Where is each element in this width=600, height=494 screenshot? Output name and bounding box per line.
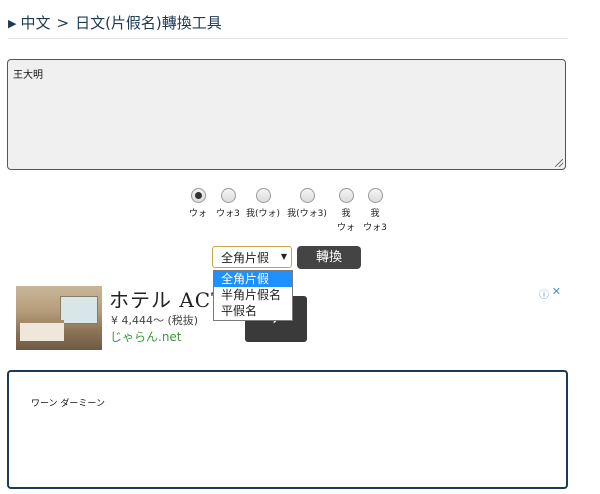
radio-option-kanji-wo[interactable]: 我(ウォ) bbox=[241, 188, 285, 221]
target-tool-name: 日文(片假名)轉換工具 bbox=[75, 14, 222, 32]
radio-option-kanji-wo3[interactable]: 我(ウォ3) bbox=[285, 188, 329, 221]
radio-option-kanji-newline-wo3[interactable]: 我 ウォ3 bbox=[353, 188, 397, 235]
output-text: ワーン ダーミーン bbox=[31, 399, 105, 409]
dropdown-option[interactable]: 全角片假 bbox=[214, 271, 292, 287]
dropdown-option[interactable]: 半角片假名 bbox=[214, 287, 292, 303]
radio-label: 我 ウォ3 bbox=[363, 209, 387, 233]
katakana-output-box[interactable]: ワーン ダーミーン bbox=[7, 370, 568, 489]
ad-close-icon[interactable]: ✕ bbox=[552, 285, 561, 298]
radio-button[interactable] bbox=[367, 188, 383, 203]
page-title: ▶ 中文 > 日文(片假名)轉換工具 bbox=[8, 12, 568, 39]
room-window bbox=[60, 296, 98, 324]
resize-grip-icon[interactable] bbox=[555, 159, 563, 167]
ad-site-link[interactable]: じゃらん.net bbox=[110, 328, 182, 345]
ad-info-icon[interactable]: ⓘ bbox=[539, 286, 549, 301]
radio-label: 我(ウォ3) bbox=[287, 209, 327, 219]
room-bed bbox=[20, 320, 64, 341]
conversion-mode-radio-group: ウォ ウォ3 我(ウォ) 我(ウォ3) 我 ウォ 我 ウォ3 bbox=[0, 188, 600, 240]
radio-button[interactable] bbox=[299, 188, 315, 203]
radio-button[interactable] bbox=[338, 188, 354, 203]
convert-button[interactable]: 轉換 bbox=[297, 246, 361, 269]
select-value: 全角片假 bbox=[221, 251, 270, 265]
ad-title[interactable]: ホテル ACT bbox=[109, 284, 225, 313]
triangle-right-icon: ▶ bbox=[8, 17, 17, 30]
chinese-input-textarea[interactable]: 王大明 bbox=[7, 59, 566, 170]
hotel-room-image[interactable] bbox=[16, 286, 102, 350]
input-text: 王大明 bbox=[13, 70, 43, 81]
radio-label: 我(ウォ) bbox=[245, 209, 281, 219]
ad-price: ¥ 4,444～ (税抜) bbox=[111, 314, 199, 327]
dropdown-option[interactable]: 平假名 bbox=[214, 303, 292, 319]
radio-button[interactable] bbox=[220, 188, 236, 203]
radio-button[interactable] bbox=[190, 188, 206, 203]
kana-type-select[interactable]: 全角片假 ▼ bbox=[212, 246, 292, 268]
kana-type-dropdown-list: 全角片假 半角片假名 平假名 bbox=[213, 270, 293, 321]
dropdown-caret-icon: ▼ bbox=[280, 252, 287, 261]
radio-button[interactable] bbox=[255, 188, 271, 203]
source-language: 中文 bbox=[20, 14, 51, 32]
separator: > bbox=[56, 14, 70, 32]
